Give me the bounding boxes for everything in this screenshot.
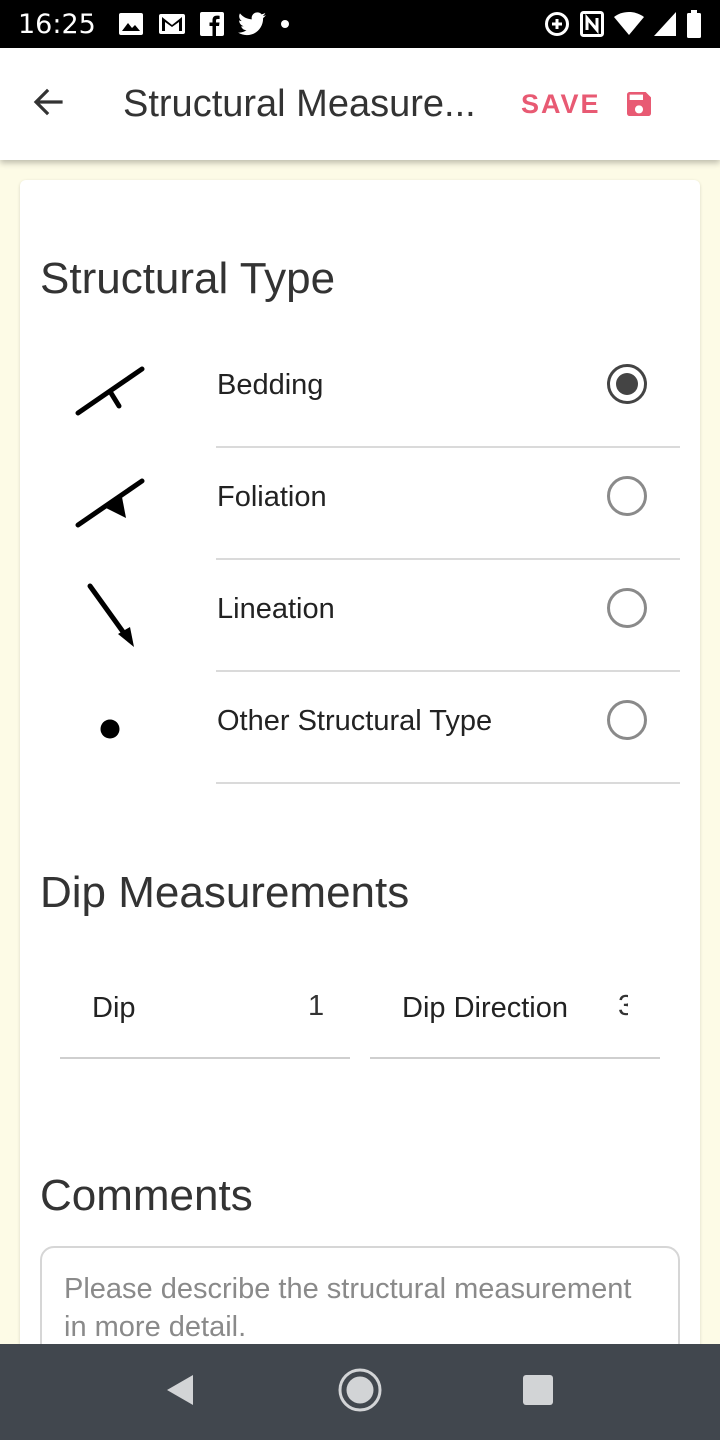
nav-recents-button[interactable]	[508, 1362, 568, 1422]
recents-square-icon	[522, 1374, 554, 1411]
lineation-symbol-icon	[70, 577, 150, 653]
save-button[interactable]: SAVE	[521, 88, 655, 120]
comments-heading: Comments	[40, 1171, 253, 1220]
divider	[216, 782, 680, 784]
option-label: Other Structural Type	[217, 705, 493, 737]
wifi-icon	[614, 12, 644, 36]
foliation-symbol-icon	[70, 465, 150, 541]
app-bar: Structural Measure... SAVE	[0, 48, 720, 160]
nav-back-button[interactable]	[150, 1362, 210, 1422]
dip-direction-underline	[370, 1057, 660, 1059]
floppy-disk-icon	[623, 88, 655, 120]
dip-direction-field[interactable]: Dip Direction 3	[370, 950, 660, 1060]
dip-direction-label: Dip Direction	[402, 992, 568, 1024]
dip-measurements-heading: Dip Measurements	[40, 868, 410, 917]
dip-label: Dip	[92, 992, 136, 1024]
structural-type-option-foliation[interactable]: Foliation	[20, 447, 700, 560]
navigation-bar	[0, 1344, 720, 1440]
bedding-symbol-icon	[70, 353, 150, 429]
battery-icon	[686, 10, 702, 38]
dip-field[interactable]: Dip 1	[60, 950, 350, 1060]
structural-type-option-lineation[interactable]: Lineation	[20, 559, 700, 672]
nfc-icon	[580, 11, 604, 37]
dip-direction-value[interactable]: 3	[618, 990, 628, 1023]
nav-home-button[interactable]	[330, 1362, 390, 1422]
dip-value[interactable]: 1	[308, 990, 328, 1023]
data-saver-icon	[544, 11, 570, 37]
signal-icon	[654, 12, 676, 36]
gmail-icon	[158, 13, 186, 35]
option-label: Foliation	[217, 481, 327, 513]
status-bar: 16:25	[0, 0, 720, 48]
back-button[interactable]	[18, 74, 78, 134]
dot-icon	[280, 19, 290, 29]
radio-button[interactable]	[607, 476, 647, 516]
save-button-label: SAVE	[521, 88, 601, 119]
structural-type-option-bedding[interactable]: Bedding	[20, 335, 700, 448]
radio-button-selected[interactable]	[607, 364, 647, 404]
page-title: Structural Measure...	[123, 82, 476, 125]
back-triangle-icon	[164, 1373, 196, 1412]
notification-icons	[118, 12, 290, 36]
twitter-icon	[237, 12, 266, 36]
gallery-icon	[118, 12, 144, 36]
dip-underline	[60, 1057, 350, 1059]
facebook-icon	[199, 12, 224, 36]
structural-type-heading: Structural Type	[40, 254, 336, 303]
home-circle-icon	[337, 1367, 383, 1418]
radio-button[interactable]	[607, 588, 647, 628]
form-card: Structural Type Bedding Foliation Lineat…	[20, 180, 700, 1386]
radio-button[interactable]	[607, 700, 647, 740]
option-label: Lineation	[217, 593, 335, 625]
system-icons	[544, 10, 702, 38]
status-time: 16:25	[18, 8, 96, 40]
arrow-left-icon	[33, 88, 63, 121]
structural-type-option-other[interactable]: Other Structural Type	[20, 671, 700, 784]
dot-symbol-icon	[70, 689, 150, 765]
option-label: Bedding	[217, 369, 324, 401]
